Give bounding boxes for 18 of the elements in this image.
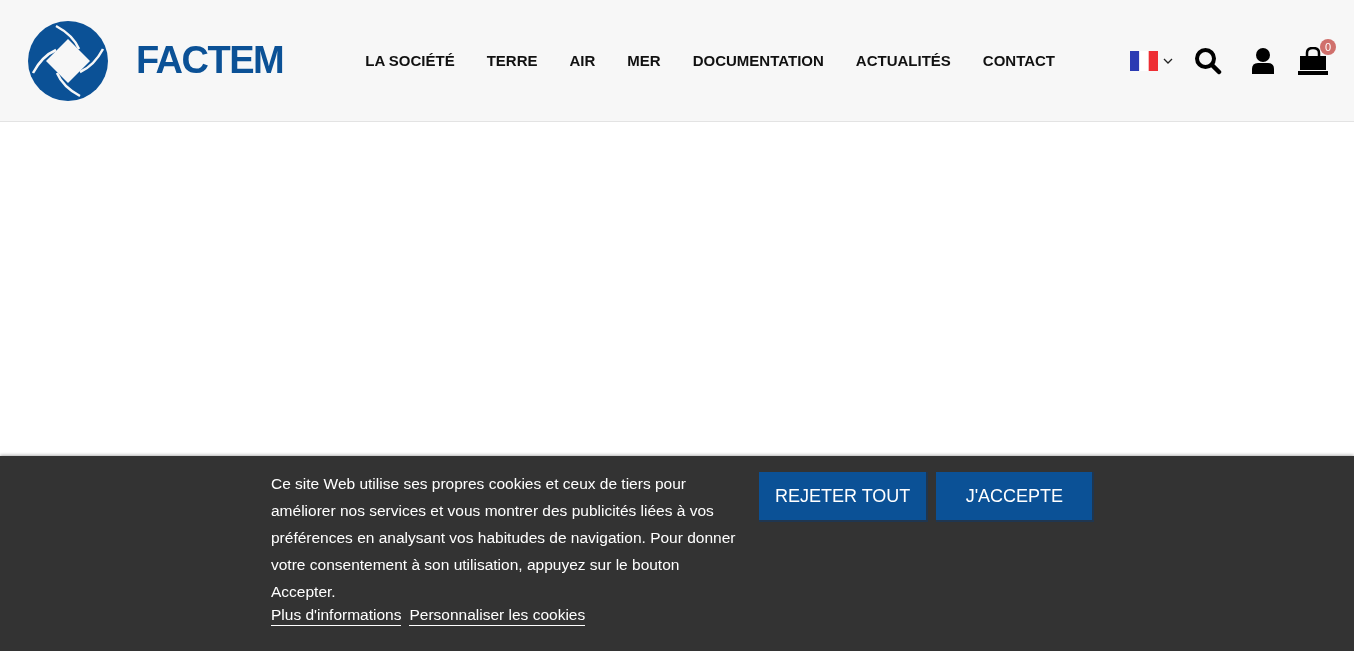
reject-all-button[interactable]: REJETER TOUT: [759, 472, 929, 522]
cart-count-badge: 0: [1320, 38, 1336, 55]
search-icon[interactable]: [1194, 46, 1222, 75]
customize-cookies-link[interactable]: Personnaliser les cookies: [409, 605, 586, 626]
cookie-message: Ce site Web utilise ses propres cookies et ceux de tiers pour améliorer nos services et vous montrer des publicités liées à vos préférences en analysant vos habitudes de navigation. Pour donner votre consentement à son utilisation, appuyez sur le bouton Accepter.: [271, 474, 737, 602]
accept-button[interactable]: J'ACCEPTE: [936, 472, 1095, 522]
nav-link[interactable]: CONTACT: [982, 52, 1056, 69]
nav-link[interactable]: TERRE: [486, 52, 538, 69]
nav-link[interactable]: AIR: [569, 52, 596, 69]
logo-icon[interactable]: [28, 20, 108, 101]
nav-link[interactable]: ACTUALITÉS: [855, 52, 951, 69]
more-info-link[interactable]: Plus d'informations: [271, 605, 402, 626]
language-selector[interactable]: [1130, 50, 1174, 71]
nav-link[interactable]: LA SOCIÉTÉ: [365, 52, 455, 69]
nav-link[interactable]: MER: [627, 52, 661, 69]
logo-text[interactable]: FACTEM: [136, 39, 284, 82]
user-icon[interactable]: [1252, 47, 1274, 74]
nav-link[interactable]: DOCUMENTATION: [692, 52, 824, 69]
